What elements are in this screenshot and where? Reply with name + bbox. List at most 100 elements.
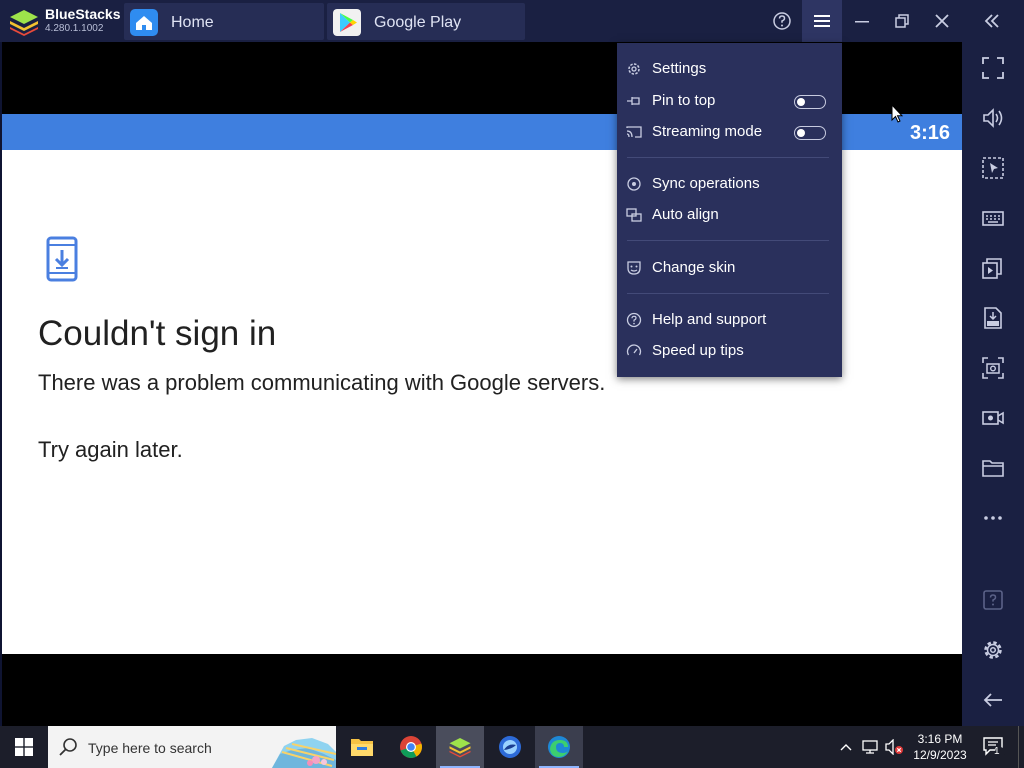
restore-button[interactable] [888, 6, 916, 36]
chevron-up-icon [840, 744, 852, 751]
volume-icon [983, 108, 1003, 128]
taskbar-clock[interactable]: 3:16 PM 12/9/2023 [906, 731, 974, 763]
bluestacks-window: BlueStacks 4.280.1.1002 Home Google Play [0, 0, 1024, 768]
menu-item-label: Change skin [652, 259, 736, 276]
sidebar-settings-button[interactable] [979, 636, 1007, 664]
collapse-sidebar-icon [984, 14, 999, 28]
error-message: There was a problem communicating with G… [38, 370, 606, 395]
back-icon [983, 693, 1002, 707]
cursor-lock-icon [982, 157, 1004, 179]
menu-item-help-and-support[interactable]: Help and support [617, 306, 842, 334]
install-apk-icon [984, 307, 1002, 329]
taskbar-chrome[interactable] [387, 726, 435, 768]
show-desktop-button[interactable] [1018, 726, 1024, 768]
taskbar-photo-app[interactable] [486, 726, 534, 768]
network-tray-button[interactable] [859, 726, 881, 768]
bluestacks-icon [449, 738, 471, 758]
menu-item-change-skin[interactable]: Change skin [617, 254, 842, 282]
menu-item-speed-up-tips[interactable]: Speed up tips [617, 337, 842, 365]
back-button[interactable] [979, 686, 1007, 714]
tab-home[interactable]: Home [124, 3, 324, 40]
windows-taskbar: Type here to search 3:16 PM 12/9/2023 1 [0, 726, 1024, 768]
cast-icon [626, 126, 642, 138]
start-button[interactable] [0, 726, 48, 768]
keyboard-button[interactable] [979, 204, 1007, 232]
question-icon [626, 312, 642, 328]
folder-icon [982, 460, 1004, 477]
chrome-icon [400, 736, 422, 758]
notification-count: 1 [994, 746, 1000, 757]
collapse-sidebar-button[interactable] [978, 6, 1006, 36]
menu-item-pin-to-top[interactable]: Pin to top [617, 87, 842, 115]
error-retry-text: Try again later. [38, 437, 183, 462]
menu-button[interactable] [802, 0, 842, 42]
help-button[interactable] [768, 6, 796, 36]
fullscreen-icon [982, 57, 1004, 79]
minimize-icon [855, 21, 869, 23]
fullscreen-button[interactable] [979, 54, 1007, 82]
bluestacks-logo [10, 10, 38, 36]
restore-icon [895, 14, 909, 28]
menu-item-label: Streaming mode [652, 123, 763, 140]
pin-icon [627, 97, 640, 105]
show-hidden-icons-button[interactable] [836, 726, 856, 768]
cursor-lock-button[interactable] [979, 154, 1007, 182]
close-button[interactable] [928, 6, 956, 36]
skin-icon [627, 261, 641, 275]
multi-instance-button[interactable] [979, 254, 1007, 282]
menu-item-streaming-mode[interactable]: Streaming mode [617, 118, 842, 146]
taskbar-search-box[interactable]: Type here to search [48, 726, 336, 768]
volume-muted-icon [885, 739, 903, 755]
settings-dropdown-menu: Settings Pin to top Streaming mode Sync … [617, 43, 842, 377]
menu-item-label: Sync operations [652, 175, 760, 192]
menu-icon [814, 15, 830, 27]
minimize-button[interactable] [848, 6, 876, 36]
sync-icon [627, 177, 641, 191]
edge-icon [548, 736, 570, 758]
install-apk-button[interactable] [979, 304, 1007, 332]
screenshot-button[interactable] [979, 354, 1007, 382]
network-icon [862, 740, 878, 754]
folder-button[interactable] [979, 454, 1007, 482]
menu-item-sync-operations[interactable]: Sync operations [617, 170, 842, 198]
menu-item-auto-align[interactable]: Auto align [617, 201, 842, 229]
keyboard-icon [982, 211, 1004, 226]
google-play-icon [333, 9, 361, 36]
record-icon [982, 411, 1004, 425]
status-time: 3:16 [909, 122, 950, 144]
menu-divider [627, 293, 829, 294]
search-icon [59, 738, 77, 756]
align-icon [626, 208, 642, 222]
mouse-cursor-icon [891, 104, 903, 123]
taskbar-edge[interactable] [535, 726, 583, 768]
screenshot-icon [982, 357, 1004, 379]
more-button[interactable] [979, 504, 1007, 532]
phone-download-icon [46, 236, 78, 282]
menu-item-label: Settings [652, 60, 707, 77]
clock-date: 12/9/2023 [913, 748, 967, 762]
error-title: Couldn't sign in [38, 314, 277, 353]
sidebar-help-button[interactable] [979, 586, 1007, 614]
photo-app-icon [499, 736, 521, 758]
action-center-button[interactable]: 1 [980, 726, 1008, 768]
help-icon [773, 12, 791, 30]
help-icon [983, 590, 1003, 610]
menu-item-settings[interactable]: Settings [617, 55, 842, 83]
volume-tray-button[interactable] [882, 726, 906, 768]
tab-home-label: Home [171, 14, 214, 31]
pin-to-top-toggle[interactable] [794, 95, 826, 109]
record-button[interactable] [979, 404, 1007, 432]
menu-divider [627, 157, 829, 158]
volume-button[interactable] [979, 104, 1007, 132]
search-placeholder: Type here to search [88, 740, 212, 756]
bluestacks-brand: BlueStacks 4.280.1.1002 [6, 5, 124, 37]
tab-google-play[interactable]: Google Play [327, 3, 525, 40]
taskbar-bluestacks[interactable] [436, 726, 484, 768]
taskbar-file-explorer[interactable] [338, 726, 386, 768]
file-explorer-icon [351, 739, 373, 756]
speedometer-icon [626, 344, 642, 356]
tab-google-play-label: Google Play [374, 14, 462, 31]
menu-item-label: Help and support [652, 311, 767, 328]
title-bar: BlueStacks 4.280.1.1002 Home Google Play [0, 0, 1024, 42]
streaming-mode-toggle[interactable] [794, 126, 826, 140]
